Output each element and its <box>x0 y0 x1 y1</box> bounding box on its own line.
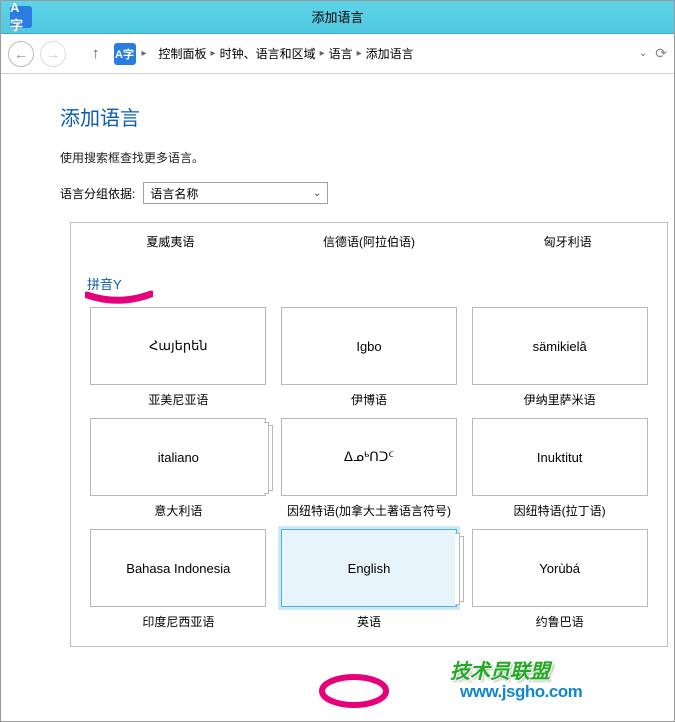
title-bar: A字 添加语言 <box>0 0 675 34</box>
chevron-right-icon: ▸ <box>211 48 216 59</box>
language-tile[interactable]: Yorùbá <box>472 529 648 607</box>
language-tile-wrap: sämikielâ 伊纳里萨米语 <box>470 307 649 408</box>
chevron-down-icon: ⌄ <box>313 188 321 199</box>
language-tile[interactable]: ᐃᓄᒃᑎᑐᑦ <box>281 418 457 496</box>
section-label: 拼音Y <box>71 258 667 297</box>
language-tile-label: 印度尼西亚语 <box>142 613 214 630</box>
annotation-underline <box>85 290 153 308</box>
language-tile[interactable]: Հայերեն <box>90 307 266 385</box>
list-item[interactable]: 信德语(阿拉伯语) <box>271 233 468 250</box>
language-tile-label: 约鲁巴语 <box>536 613 584 630</box>
language-tile[interactable]: Inuktitut <box>472 418 648 496</box>
language-tile-wrap: Yorùbá 约鲁巴语 <box>470 529 649 630</box>
breadcrumb-item[interactable]: 语言 <box>329 45 353 62</box>
chevron-right-icon: ▸ <box>320 48 325 59</box>
language-tile[interactable]: English <box>281 529 457 607</box>
chevron-right-icon: ▸ <box>357 48 362 59</box>
language-tile-wrap: Inuktitut 因纽特语(拉丁语) <box>470 418 649 519</box>
language-tile-wrap: Bahasa Indonesia 印度尼西亚语 <box>89 529 268 630</box>
language-tile-label: 英语 <box>357 613 381 630</box>
language-tile[interactable]: Bahasa Indonesia <box>90 529 266 607</box>
arrow-right-icon: → <box>46 46 60 62</box>
group-by-dropdown[interactable]: 语言名称 ⌄ <box>143 182 328 204</box>
annotation-circle <box>316 674 392 708</box>
list-item[interactable]: 匈牙利语 <box>469 233 666 250</box>
language-tile[interactable]: italiano <box>90 418 266 496</box>
language-tile[interactable]: sämikielâ <box>472 307 648 385</box>
language-tile-wrap: Հայերեն 亚美尼亚语 <box>89 307 268 408</box>
language-tile-wrap: Igbo 伊博语 <box>280 307 459 408</box>
language-grid: Հայերեն 亚美尼亚语 Igbo 伊博语 sämikielâ 伊纳里萨米语 italia… <box>71 297 667 646</box>
watermark: 技术员联盟 <box>450 655 550 684</box>
arrow-left-icon: ← <box>14 46 28 62</box>
language-list: 夏威夷语 信德语(阿拉伯语) 匈牙利语 拼音Y Հայերեն 亚美尼亚语 Igbo… <box>70 222 668 647</box>
language-tile-wrap: ᐃᓄᒃᑎᑐᑦ 因纽特语(加拿大土著语言符号) <box>280 418 459 519</box>
nav-bar: ← → ↑ A字 ▸ 控制面板 ▸ 时钟、语言和区域 ▸ 语言 ▸ 添加语言 ⌄… <box>0 34 675 74</box>
back-button[interactable]: ← <box>8 41 34 67</box>
breadcrumb: 控制面板 ▸ 时钟、语言和区域 ▸ 语言 ▸ 添加语言 <box>153 45 633 62</box>
forward-button[interactable]: → <box>40 41 66 67</box>
language-tile-label: 因纽特语(拉丁语) <box>514 502 606 519</box>
list-item[interactable]: 夏威夷语 <box>72 233 269 250</box>
language-tile-label: 因纽特语(加拿大土著语言符号) <box>287 502 451 519</box>
breadcrumb-icon: A字 <box>114 43 136 65</box>
language-tile[interactable]: Igbo <box>281 307 457 385</box>
chevron-down-icon[interactable]: ⌄ <box>639 48 647 59</box>
previous-section-row: 夏威夷语 信德语(阿拉伯语) 匈牙利语 <box>71 223 667 258</box>
group-by-row: 语言分组依据: 语言名称 ⌄ <box>60 182 675 204</box>
content-area: 添加语言 使用搜索框查找更多语言。 语言分组依据: 语言名称 ⌄ 夏威夷语 信德… <box>0 74 675 647</box>
group-by-label: 语言分组依据: <box>60 185 135 202</box>
language-tile-label: 亚美尼亚语 <box>148 391 208 408</box>
up-button[interactable]: ↑ <box>88 45 104 62</box>
breadcrumb-item[interactable]: 时钟、语言和区域 <box>220 45 316 62</box>
language-tile-wrap: italiano 意大利语 <box>89 418 268 519</box>
breadcrumb-item[interactable]: 添加语言 <box>366 45 414 62</box>
language-tile-label: 伊博语 <box>351 391 387 408</box>
window-title: 添加语言 <box>311 7 363 26</box>
help-text: 使用搜索框查找更多语言。 <box>60 149 675 166</box>
refresh-icon[interactable]: ⟳ <box>655 45 667 62</box>
language-tile-label: 伊纳里萨米语 <box>524 391 596 408</box>
breadcrumb-item[interactable]: 控制面板 <box>159 45 207 62</box>
page-title: 添加语言 <box>60 102 675 131</box>
language-tile-wrap: English 英语 <box>280 529 459 630</box>
app-icon: A字 <box>10 6 32 28</box>
watermark: www.jsgho.com <box>460 682 582 702</box>
dropdown-value: 语言名称 <box>150 185 198 202</box>
chevron-right-icon: ▸ <box>142 48 147 59</box>
language-tile-label: 意大利语 <box>154 502 202 519</box>
